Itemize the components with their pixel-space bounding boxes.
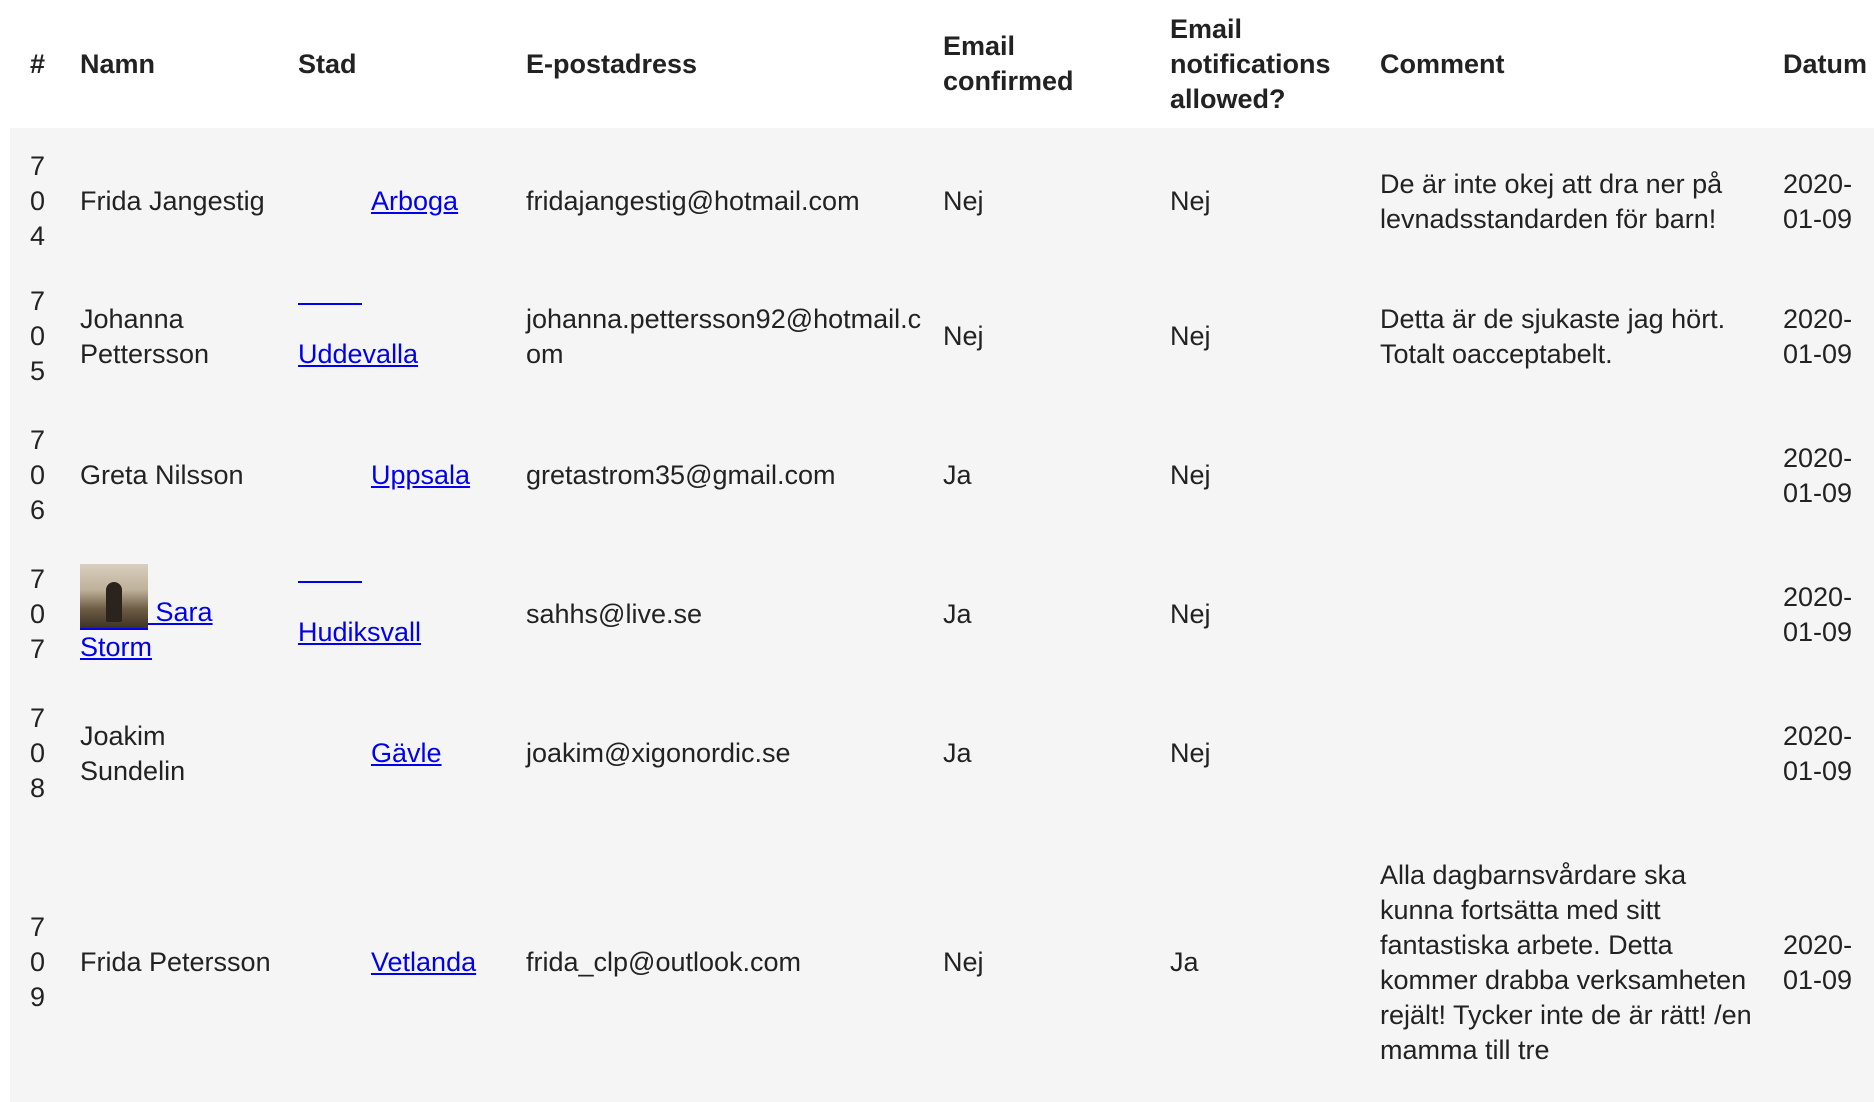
row-name: Joakim Sundelin: [80, 720, 186, 786]
row-date: 2020-01-09: [1783, 303, 1853, 369]
city-link-label: Uddevalla: [298, 338, 419, 369]
row-email-confirmed: Nej: [943, 321, 984, 351]
row-name: Sara Storm: [60, 545, 278, 684]
row-name: Greta Nilsson: [80, 460, 244, 490]
row-date: 2020-01-09: [1783, 442, 1853, 508]
row-name: Frida Jangestig: [80, 186, 265, 216]
city-link-label: Uppsala: [371, 460, 471, 490]
table-row: 707 Sara Storm Hudiksvall sahhs@live.se …: [10, 545, 1874, 684]
table-row: 709 Frida Petersson Vetlanda frida_clp@o…: [10, 823, 1874, 1102]
row-name: Johanna Pettersson: [80, 303, 210, 369]
row-name: Frida Petersson: [80, 947, 271, 977]
city-link[interactable]: Gävle: [298, 738, 442, 768]
row-date: 2020-01-09: [1783, 720, 1853, 786]
city-link-label: Arboga: [371, 186, 459, 216]
row-email: fridajangestig@hotmail.com: [526, 186, 860, 216]
row-number: 707: [30, 564, 46, 664]
row-email: johanna.pettersson92@hotmail.com: [526, 303, 922, 369]
city-link[interactable]: Hudiksvall: [298, 580, 422, 647]
row-email-confirmed: Nej: [943, 186, 984, 216]
row-email: joakim@xigonordic.se: [526, 738, 791, 768]
row-city: Vetlanda: [278, 823, 506, 1102]
table-row: 708 Joakim Sundelin Gävle joakim@xigonor…: [10, 684, 1874, 823]
column-header-city: Stad: [298, 48, 357, 79]
row-notifications: Nej: [1170, 321, 1211, 351]
row-email-confirmed: Ja: [943, 738, 972, 768]
row-date: 2020-01-09: [1783, 168, 1853, 234]
city-link[interactable]: Vetlanda: [298, 947, 476, 977]
row-city: Uddevalla: [278, 267, 506, 406]
city-link-label: Vetlanda: [371, 947, 477, 977]
row-comment: Alla dagbarnsvårdare ska kunna fortsätta…: [1380, 859, 1752, 1065]
row-comment: Detta är de sjukaste jag hört. Totalt oa…: [1380, 303, 1726, 369]
row-comment: [1360, 684, 1763, 823]
row-notifications: Nej: [1170, 738, 1211, 768]
row-number: 705: [30, 286, 46, 386]
row-date: 2020-01-09: [1783, 581, 1853, 647]
row-notifications: Nej: [1170, 599, 1211, 629]
row-comment: [1360, 545, 1763, 684]
row-number: 704: [30, 151, 46, 251]
row-number: 708: [30, 703, 46, 803]
profile-link[interactable]: Sara Storm: [80, 564, 213, 662]
city-link-label: Gävle: [371, 738, 442, 768]
column-header-number: #: [30, 48, 46, 79]
row-notifications: Nej: [1170, 460, 1211, 490]
column-header-name: Namn: [80, 48, 156, 79]
row-number: 706: [30, 425, 46, 525]
row-city: Hudiksvall: [278, 545, 506, 684]
row-city: Arboga: [278, 128, 506, 267]
row-date: 2020-01-09: [1783, 929, 1853, 995]
column-header-email-confirmed: Email confirmed: [943, 31, 1074, 96]
row-city: Uppsala: [278, 406, 506, 545]
row-email: sahhs@live.se: [526, 599, 702, 629]
column-header-date: Datum: [1783, 48, 1868, 79]
table-header-row: # Namn Stad E-postadress Email confirmed…: [10, 0, 1874, 128]
city-link[interactable]: Arboga: [298, 186, 458, 216]
table-row: 705 Johanna Pettersson Uddevalla johanna…: [10, 267, 1874, 406]
row-email-confirmed: Ja: [943, 460, 972, 490]
row-comment: [1360, 406, 1763, 545]
row-email: frida_clp@outlook.com: [526, 947, 802, 977]
city-link[interactable]: Uddevalla: [298, 302, 419, 369]
row-email-confirmed: Nej: [943, 947, 984, 977]
signatures-table: # Namn Stad E-postadress Email confirmed…: [10, 0, 1874, 1102]
row-number: 709: [30, 912, 46, 1012]
row-notifications: Ja: [1170, 947, 1199, 977]
column-header-email: E-postadress: [526, 48, 698, 79]
table-row: 706 Greta Nilsson Uppsala gretastrom35@g…: [10, 406, 1874, 545]
table-row: 704 Frida Jangestig Arboga fridajangesti…: [10, 128, 1874, 267]
row-notifications: Nej: [1170, 186, 1211, 216]
row-city: Gävle: [278, 684, 506, 823]
city-link[interactable]: Uppsala: [298, 460, 470, 490]
avatar: [80, 564, 148, 630]
column-header-notifications: Email notifications allowed?: [1170, 13, 1331, 114]
city-link-label: Hudiksvall: [298, 616, 422, 647]
row-email-confirmed: Ja: [943, 599, 972, 629]
column-header-comment: Comment: [1380, 48, 1505, 79]
row-comment: De är inte okej att dra ner på levnadsst…: [1380, 168, 1723, 234]
row-email: gretastrom35@gmail.com: [526, 460, 836, 490]
